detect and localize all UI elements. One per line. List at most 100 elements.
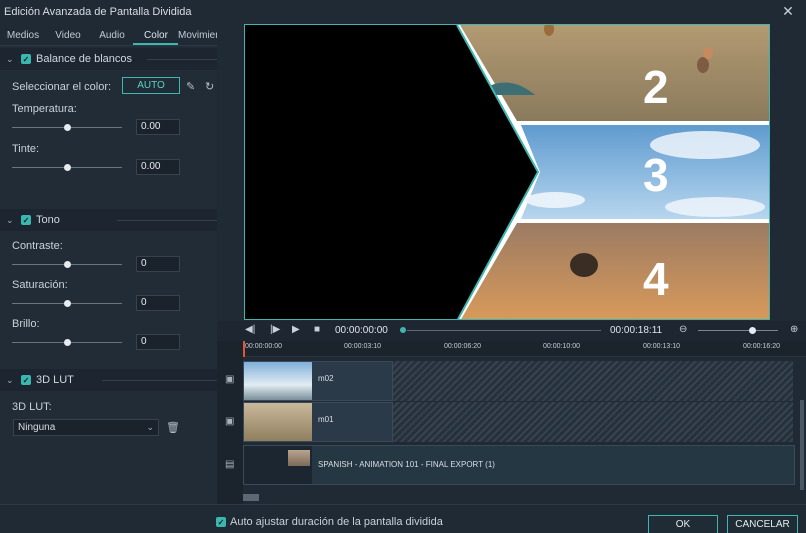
white-balance-header[interactable]: ⌄ ✓ Balance de blancos (0, 48, 217, 70)
tone-checkbox[interactable]: ✓ (21, 215, 31, 225)
empty-track-area (393, 361, 793, 401)
clip-thumbnail (244, 403, 312, 441)
timeline-scrollbar[interactable] (243, 494, 259, 501)
white-balance-title: Balance de blancos (36, 53, 133, 65)
panel-number-3: 3 (643, 149, 669, 201)
chevron-down-icon[interactable]: ⌄ (6, 215, 16, 226)
temperature-input[interactable]: 0.00 (136, 119, 180, 135)
brightness-label: Brillo: (12, 318, 40, 330)
tone-header[interactable]: ⌄ ✓ Tono (0, 209, 217, 231)
lut-checkbox[interactable]: ✓ (21, 375, 31, 385)
white-balance-checkbox[interactable]: ✓ (21, 54, 31, 64)
close-icon[interactable]: ✕ (780, 3, 796, 19)
split-screen-preview[interactable]: 2 3 4 (244, 24, 770, 320)
previous-frame-button[interactable]: ◀| (245, 324, 255, 335)
thumbnail-image (288, 450, 310, 466)
zoom-slider-handle[interactable] (749, 327, 756, 334)
tab-audio[interactable]: Audio (90, 24, 134, 45)
track-m01: m01 (243, 402, 806, 442)
film-icon: ▤ (225, 459, 235, 470)
clip-name: m01 (318, 415, 334, 424)
tab-color[interactable]: Color (134, 24, 178, 45)
saturation-input[interactable]: 0 (136, 295, 180, 311)
track-headers: ▣ ▣ ▤ (217, 341, 243, 504)
lut-selected-value: Ninguna (18, 422, 56, 433)
chevron-down-icon[interactable]: ⌄ (6, 54, 16, 65)
tint-slider-handle[interactable] (64, 164, 71, 171)
timeline-ruler[interactable]: 00:00:00:00 00:00:03:10 00:00:06:20 00:0… (243, 341, 806, 357)
brightness-slider-handle[interactable] (64, 339, 71, 346)
window-title: Edición Avanzada de Pantalla Dividida (4, 6, 192, 18)
lut-title: 3D LUT (36, 374, 74, 386)
split-screen-editor-window: Edición Avanzada de Pantalla Dividida ✕ … (0, 0, 806, 533)
brightness-input[interactable]: 0 (136, 334, 180, 350)
zoom-in-icon[interactable]: ⊕ (790, 324, 798, 335)
panel-number-2: 2 (643, 61, 669, 113)
tint-label: Tinte: (12, 143, 40, 155)
lut-select[interactable]: Ninguna ⌄ (13, 419, 159, 436)
auto-adjust-label: Auto ajustar duración de la pantalla div… (230, 516, 443, 528)
track-main: SPANISH - ANIMATION 101 - FINAL EXPORT (… (243, 445, 795, 485)
saturation-slider-handle[interactable] (64, 300, 71, 307)
clip-name: SPANISH - ANIMATION 101 - FINAL EXPORT (… (318, 460, 495, 469)
tone-title: Tono (36, 214, 60, 226)
tab-video[interactable]: Video (46, 24, 90, 45)
playhead-knob[interactable] (400, 327, 406, 333)
tab-medios[interactable]: Medios (0, 24, 46, 45)
image-icon: ▣ (225, 416, 235, 427)
divider (117, 220, 217, 221)
progress-bar[interactable] (407, 330, 601, 331)
eyedropper-icon[interactable]: ✎ (186, 80, 195, 93)
lut-header[interactable]: ⌄ ✓ 3D LUT (0, 369, 217, 391)
trash-icon[interactable]: 🗑 (166, 421, 180, 434)
tab-movimiento[interactable]: Movimient (178, 24, 217, 45)
footer: ✓ Auto ajustar duración de la pantalla d… (0, 504, 806, 533)
chevron-down-icon[interactable]: ⌄ (6, 375, 16, 386)
ruler-label: 00:00:03:10 (344, 343, 381, 350)
active-tab-indicator (133, 43, 178, 45)
play-frame-button[interactable]: |▶ (270, 324, 280, 335)
track-m02: m02 (243, 361, 806, 401)
current-timecode: 00:00:00:00 (335, 325, 388, 336)
preview-canvas: 2 3 4 (245, 25, 769, 319)
reset-icon[interactable]: ↻ (205, 80, 214, 93)
clip-thumbnail (244, 446, 312, 484)
temperature-slider-handle[interactable] (64, 124, 71, 131)
clip-thumbnail (244, 362, 312, 400)
contrast-input[interactable]: 0 (136, 256, 180, 272)
clip-m02[interactable]: m02 (243, 361, 393, 401)
auto-adjust-checkbox[interactable]: ✓ (216, 517, 226, 527)
auto-color-button[interactable]: AUTO (122, 77, 180, 94)
playback-controls: ◀| |▶ ▶ ■ 00:00:00:00 00:00:18:11 ⊖ ⊕ (217, 321, 806, 341)
zoom-out-icon[interactable]: ⊖ (679, 324, 687, 335)
image-icon: ▣ (225, 374, 235, 385)
chevron-down-icon: ⌄ (146, 422, 154, 432)
divider (102, 380, 217, 381)
vertical-scrollbar[interactable] (800, 400, 804, 490)
divider (147, 59, 217, 60)
zoom-slider[interactable] (698, 330, 778, 331)
clip-main[interactable]: SPANISH - ANIMATION 101 - FINAL EXPORT (… (243, 445, 795, 485)
play-button[interactable]: ▶ (292, 324, 300, 335)
ruler-label: 00:00:00:00 (245, 343, 282, 350)
ok-button[interactable]: OK (648, 515, 718, 533)
ruler-label: 00:00:06:20 (444, 343, 481, 350)
ruler-label: 00:00:16:20 (743, 343, 780, 350)
tint-input[interactable]: 0.00 (136, 159, 180, 175)
saturation-label: Saturación: (12, 279, 68, 291)
panel-number-4: 4 (643, 253, 669, 305)
cancel-button[interactable]: CANCELAR (727, 515, 798, 533)
temperature-label: Temperatura: (12, 103, 77, 115)
total-timecode: 00:00:18:11 (610, 325, 663, 336)
ruler-label: 00:00:13:10 (643, 343, 680, 350)
lut-label: 3D LUT: (12, 401, 52, 413)
clip-name: m02 (318, 374, 334, 383)
stop-button[interactable]: ■ (314, 324, 320, 335)
contrast-slider-handle[interactable] (64, 261, 71, 268)
ruler-label: 00:00:10:00 (543, 343, 580, 350)
tab-bar: Medios Video Audio Color Movimient (0, 24, 217, 46)
contrast-label: Contraste: (12, 240, 63, 252)
clip-m01[interactable]: m01 (243, 402, 393, 442)
properties-panel: Medios Video Audio Color Movimient ⌄ ✓ B… (0, 24, 217, 504)
empty-track-area (393, 402, 793, 442)
